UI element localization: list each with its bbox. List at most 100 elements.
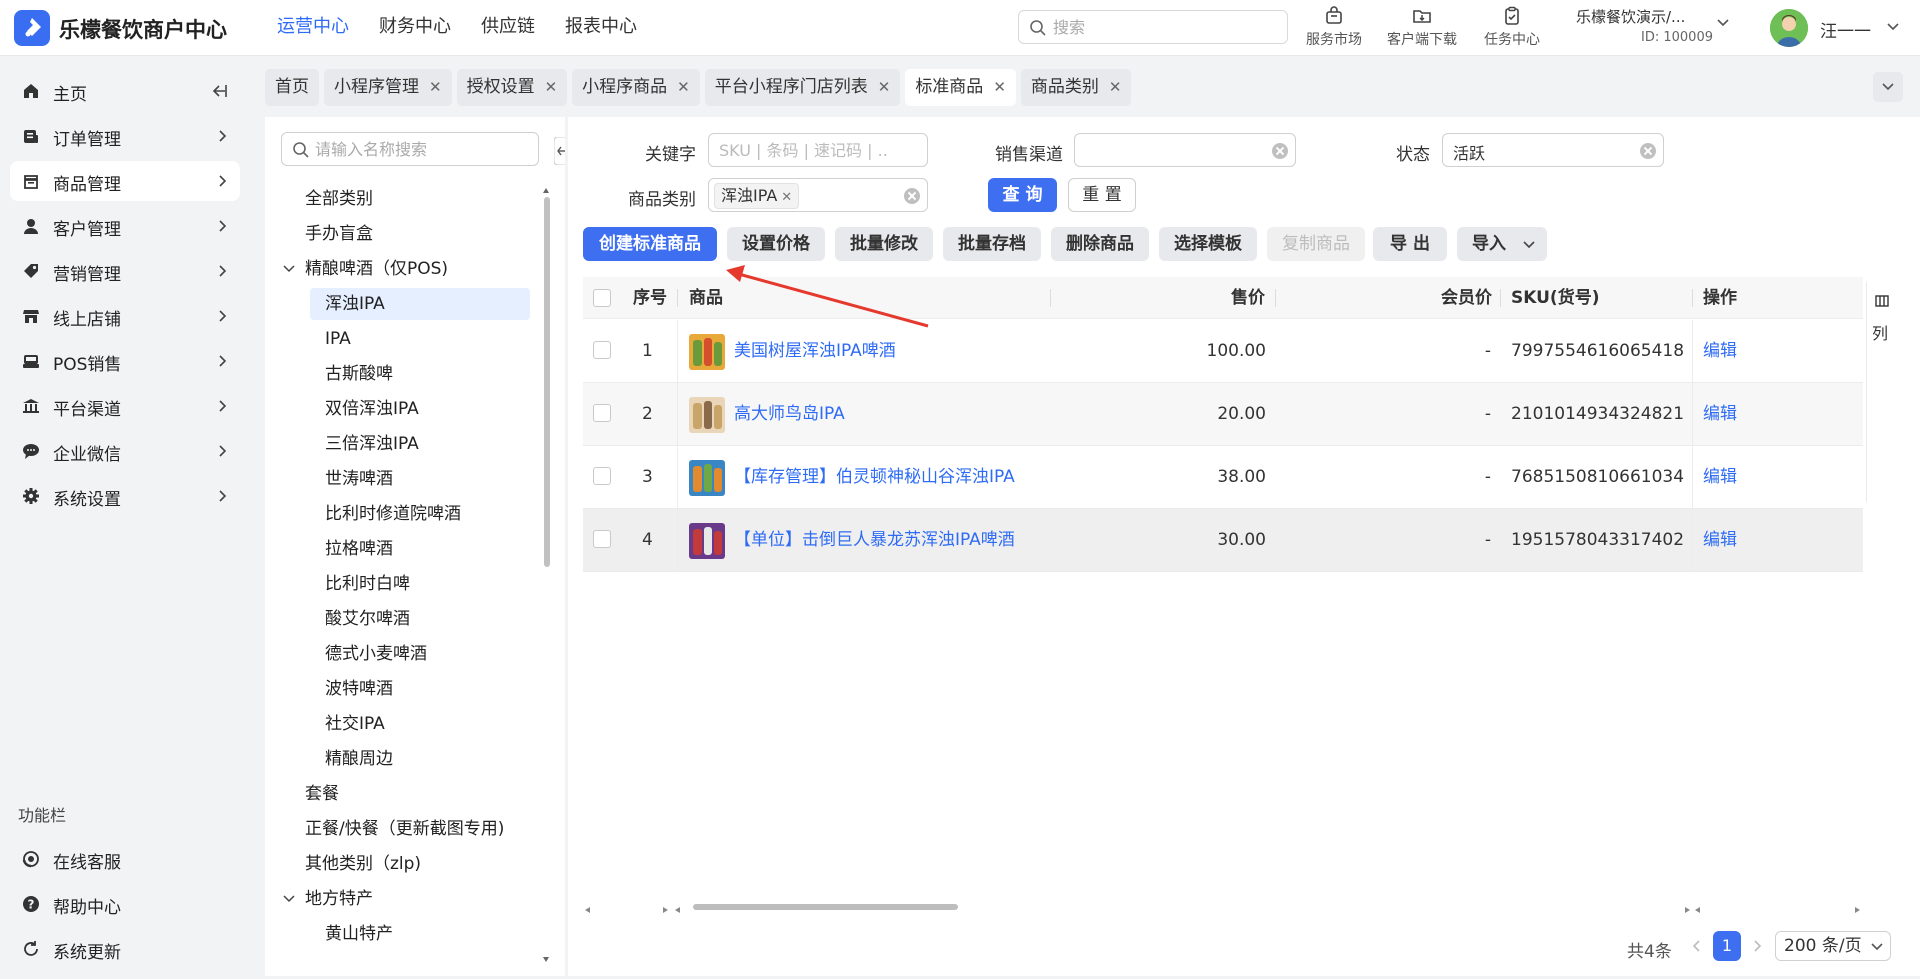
tab-authorization-settings[interactable]: 授权设置 ✕ <box>456 69 568 106</box>
choose-template-button[interactable]: 选择模板 <box>1159 227 1257 261</box>
global-search-input[interactable] <box>1053 16 1273 38</box>
category-node[interactable]: 社交IPA <box>310 708 530 740</box>
goods-name-link[interactable]: 【单位】击倒巨人暴龙苏浑浊IPA啤酒 <box>734 509 1015 571</box>
category-node[interactable]: 正餐/快餐（更新截图专用) <box>305 813 504 845</box>
column-settings-button[interactable]: 列 <box>1866 282 1898 502</box>
goods-name-link[interactable]: 高大师鸟岛IPA <box>734 383 845 445</box>
category-node[interactable]: 酸艾尔啤酒 <box>310 603 530 635</box>
column-divider[interactable] <box>677 289 678 307</box>
edit-link[interactable]: 编辑 <box>1703 320 1737 382</box>
task-center-button[interactable]: 任务中心 <box>1469 5 1555 49</box>
goods-thumbnail[interactable] <box>689 397 725 433</box>
sidebar-item-help-center[interactable]: ? 帮助中心 <box>10 884 240 924</box>
category-filter-select[interactable]: 浑浊IPA ✕ <box>708 178 928 212</box>
close-icon[interactable]: ✕ <box>781 190 792 205</box>
column-divider[interactable] <box>1500 289 1501 307</box>
collapse-panel-button[interactable] <box>553 136 565 166</box>
tab-platform-store-list[interactable]: 平台小程序门店列表 ✕ <box>704 69 901 106</box>
goods-name-link[interactable]: 美国树屋浑浊IPA啤酒 <box>734 320 896 382</box>
client-download-button[interactable]: 客户端下载 <box>1379 5 1465 49</box>
goods-thumbnail[interactable] <box>689 523 725 559</box>
topnav-operations[interactable]: 运营中心 <box>262 0 364 56</box>
edit-link[interactable]: 编辑 <box>1703 446 1737 508</box>
close-icon[interactable]: ✕ <box>545 69 558 106</box>
query-button[interactable]: 查 询 <box>988 178 1057 212</box>
category-node[interactable]: 精酿啤酒（仅POS) <box>305 253 448 285</box>
category-node[interactable]: IPA <box>310 323 530 355</box>
sidebar-item-online-store[interactable]: 线上店铺 <box>10 296 240 336</box>
channel-select[interactable] <box>1074 133 1296 167</box>
category-node[interactable]: 套餐 <box>305 778 339 810</box>
status-select[interactable]: 活跃 <box>1442 133 1664 167</box>
category-node[interactable]: 世涛啤酒 <box>310 463 530 495</box>
close-icon[interactable]: ✕ <box>993 69 1006 106</box>
sidebar-item-orders[interactable]: 订单管理 <box>10 116 240 156</box>
category-node[interactable]: 三倍浑浊IPA <box>310 428 530 460</box>
category-scrollbar-thumb[interactable] <box>544 197 550 567</box>
column-divider[interactable] <box>1275 289 1276 307</box>
close-icon[interactable]: ✕ <box>1109 69 1122 106</box>
page-size-select[interactable]: 200 条/页 <box>1775 931 1891 961</box>
tabs-more-button[interactable] <box>1873 72 1903 102</box>
tenant-switcher[interactable]: 乐檬餐饮演示/... ID: 100009 <box>1576 6 1729 45</box>
sidebar-item-pos[interactable]: POS销售 <box>10 341 240 381</box>
page-number-current[interactable]: 1 <box>1713 931 1741 961</box>
export-button[interactable]: 导 出 <box>1373 227 1447 261</box>
logo-icon[interactable] <box>14 10 50 46</box>
tab-mini-program-management[interactable]: 小程序管理 ✕ <box>324 69 452 106</box>
edit-link[interactable]: 编辑 <box>1703 383 1737 445</box>
category-node[interactable]: 地方特产 <box>305 883 373 915</box>
reset-button[interactable]: 重 置 <box>1068 178 1136 212</box>
tab-goods-category[interactable]: 商品类别 ✕ <box>1020 69 1132 106</box>
close-icon[interactable]: ✕ <box>677 69 690 106</box>
row-checkbox[interactable] <box>593 467 611 485</box>
category-node[interactable]: 黄山特产 <box>310 918 530 950</box>
sidebar-item-goods[interactable]: 商品管理 <box>10 161 240 201</box>
set-price-button[interactable]: 设置价格 <box>727 227 825 261</box>
category-node[interactable]: 其他类别（zlp) <box>305 848 421 880</box>
row-checkbox[interactable] <box>593 530 611 548</box>
table-row[interactable]: 4 【单位】击倒巨人暴龙苏浑浊IPA啤酒 30.00 -195157804331740… <box>583 509 1863 572</box>
keyword-field[interactable] <box>708 133 928 167</box>
category-node[interactable]: 比利时白啤 <box>310 568 530 600</box>
batch-edit-button[interactable]: 批量修改 <box>835 227 933 261</box>
sidebar-item-system-settings[interactable]: 系统设置 <box>10 476 240 516</box>
sidebar-item-online-service[interactable]: 在线客服 <box>10 839 240 879</box>
topnav-supply-chain[interactable]: 供应链 <box>466 0 550 56</box>
category-node[interactable]: 拉格啤酒 <box>310 533 530 565</box>
category-node[interactable]: 比利时修道院啤酒 <box>310 498 530 530</box>
edit-link[interactable]: 编辑 <box>1703 509 1737 571</box>
table-horizontal-scrollbar[interactable] <box>583 901 1863 913</box>
topnav-finance[interactable]: 财务中心 <box>364 0 466 56</box>
tab-home[interactable]: 首页 <box>265 69 319 106</box>
close-icon[interactable]: ✕ <box>429 69 442 106</box>
sidebar-item-customers[interactable]: 客户管理 <box>10 206 240 246</box>
goods-thumbnail[interactable] <box>689 460 725 496</box>
column-divider[interactable] <box>1692 289 1693 307</box>
batch-archive-button[interactable]: 批量存档 <box>943 227 1041 261</box>
category-node[interactable]: 精酿周边 <box>310 743 530 775</box>
table-row[interactable]: 2 高大师鸟岛IPA 20.00 -2101014934324821 编辑 <box>583 383 1863 446</box>
goods-name-link[interactable]: 【库存管理】伯灵顿神秘山谷浑浊IPA <box>734 446 1015 508</box>
tab-mini-program-goods[interactable]: 小程序商品 ✕ <box>572 69 700 106</box>
sidebar-item-home[interactable]: 主页 <box>10 71 240 111</box>
category-node[interactable]: 手办盲盒 <box>305 218 373 250</box>
table-row[interactable]: 3 【库存管理】伯灵顿神秘山谷浑浊IPA 38.00 -768515081066103… <box>583 446 1863 509</box>
close-icon[interactable]: ✕ <box>878 69 891 106</box>
sidebar-item-marketing[interactable]: 营销管理 <box>10 251 240 291</box>
caret-down-icon[interactable] <box>282 894 296 904</box>
table-row[interactable]: 1 美国树屋浑浊IPA啤酒 100.00 -7997554616065418 编辑 <box>583 320 1863 383</box>
clear-icon[interactable] <box>1640 143 1656 159</box>
service-market-button[interactable]: 服务市场 <box>1291 5 1377 49</box>
category-search[interactable] <box>281 132 539 166</box>
row-checkbox[interactable] <box>593 404 611 422</box>
category-search-input[interactable] <box>315 138 525 160</box>
global-search[interactable] <box>1018 10 1288 44</box>
keyword-input[interactable] <box>719 139 889 161</box>
category-node[interactable]: 德式小麦啤酒 <box>310 638 530 670</box>
caret-down-icon[interactable] <box>282 264 296 274</box>
next-page-icon[interactable] <box>1752 939 1762 953</box>
category-node[interactable]: 波特啤酒 <box>310 673 530 705</box>
table-scrollbar-thumb[interactable] <box>693 904 958 910</box>
prev-page-icon[interactable] <box>1692 939 1702 953</box>
